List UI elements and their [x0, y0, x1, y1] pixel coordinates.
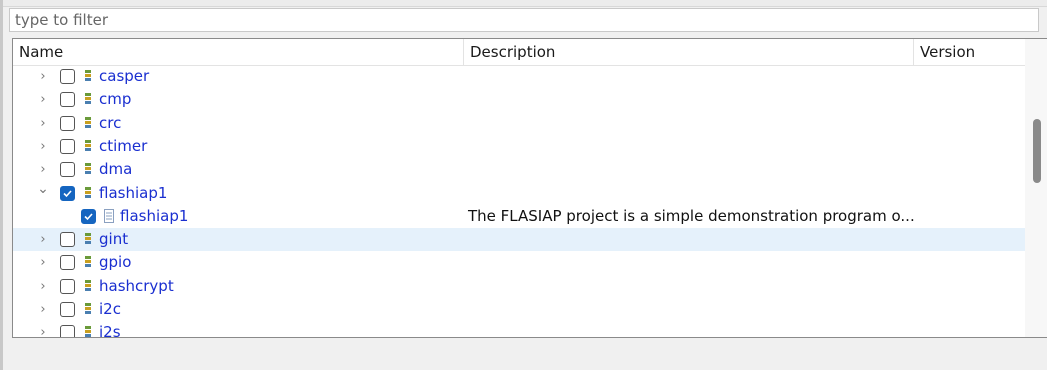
tree-row[interactable]: › gint [13, 228, 1025, 251]
tree-row-description: The FLASIAP project is a simple demonstr… [468, 207, 915, 225]
column-header-version[interactable]: Version [913, 39, 1025, 65]
chevron-right-icon[interactable]: › [36, 135, 50, 158]
tree-row-label: casper [99, 67, 150, 85]
tree-row[interactable]: › casper [13, 65, 1025, 88]
chevron-right-icon[interactable]: › [36, 158, 50, 181]
project-group-icon [83, 116, 93, 130]
tree-row-label: gpio [99, 253, 132, 271]
project-file-icon [104, 209, 114, 223]
project-group-icon [83, 69, 93, 83]
project-tree-table: Name Description Version › casper › cmp › crc… [12, 38, 1047, 338]
select-checkbox[interactable] [60, 279, 75, 294]
column-header-description[interactable]: Description [463, 39, 913, 65]
select-checkbox[interactable] [60, 186, 75, 201]
select-checkbox[interactable] [60, 69, 75, 84]
tree-row-label: cmp [99, 90, 132, 108]
tree-row[interactable]: › crc [13, 112, 1025, 135]
tree-row-label: dma [99, 160, 133, 178]
project-group-icon [83, 325, 93, 337]
column-header-name[interactable]: Name [13, 39, 463, 65]
tree-row-label: crc [99, 114, 122, 132]
project-group-icon [83, 186, 93, 200]
select-checkbox[interactable] [60, 232, 75, 247]
project-selection-panel: Name Description Version › casper › cmp › crc… [0, 0, 1047, 370]
chevron-right-icon[interactable]: › [36, 251, 50, 274]
select-checkbox[interactable] [81, 209, 96, 224]
select-checkbox[interactable] [60, 139, 75, 154]
chevron-right-icon[interactable]: › [36, 88, 50, 111]
tree-row[interactable]: › i2s [13, 321, 1025, 337]
select-checkbox[interactable] [60, 302, 75, 317]
vertical-scrollbar[interactable] [1025, 39, 1047, 337]
project-group-icon [83, 232, 93, 246]
project-group-icon [83, 139, 93, 153]
chevron-right-icon[interactable]: › [36, 298, 50, 321]
project-group-icon [83, 162, 93, 176]
panel-top-strip [3, 0, 1047, 7]
panel-left-edge [0, 0, 3, 370]
chevron-right-icon[interactable]: › [36, 112, 50, 135]
tree-row-label: i2s [99, 323, 121, 337]
project-group-icon [83, 255, 93, 269]
tree-row[interactable]: › cmp [13, 88, 1025, 111]
filter-input[interactable] [9, 8, 1039, 32]
tree-row[interactable]: › dma [13, 158, 1025, 181]
select-checkbox[interactable] [60, 92, 75, 107]
select-checkbox[interactable] [60, 325, 75, 337]
select-checkbox[interactable] [60, 255, 75, 270]
scrollbar-thumb[interactable] [1033, 119, 1041, 183]
tree-row-label: flashiap1 [120, 207, 189, 225]
chevron-right-icon[interactable]: › [36, 65, 50, 88]
select-checkbox[interactable] [60, 162, 75, 177]
tree-row[interactable]: › ctimer [13, 135, 1025, 158]
table-header: Name Description Version [13, 39, 1025, 66]
tree-row[interactable]: › i2c [13, 298, 1025, 321]
chevron-down-icon[interactable]: ⌄ [36, 182, 50, 205]
tree-row-label: gint [99, 230, 129, 248]
tree-rows: › casper › cmp › crc › ctimer › dma ⌄ flashiap1 flas… [13, 65, 1025, 337]
tree-row-label: i2c [99, 300, 121, 318]
tree-row[interactable]: › gpio [13, 251, 1025, 274]
project-group-icon [83, 302, 93, 316]
chevron-right-icon[interactable]: › [36, 275, 50, 298]
chevron-right-icon[interactable]: › [36, 321, 50, 337]
chevron-right-icon[interactable]: › [36, 228, 50, 251]
tree-row-label: hashcrypt [99, 277, 174, 295]
tree-row[interactable]: ⌄ flashiap1 [13, 182, 1025, 205]
project-group-icon [83, 92, 93, 106]
select-checkbox[interactable] [60, 116, 75, 131]
tree-row-label: ctimer [99, 137, 148, 155]
project-group-icon [83, 279, 93, 293]
tree-row[interactable]: › hashcrypt [13, 275, 1025, 298]
tree-child-row[interactable]: flashiap1 The FLASIAP project is a simple… [13, 205, 1025, 228]
tree-row-label: flashiap1 [99, 184, 168, 202]
